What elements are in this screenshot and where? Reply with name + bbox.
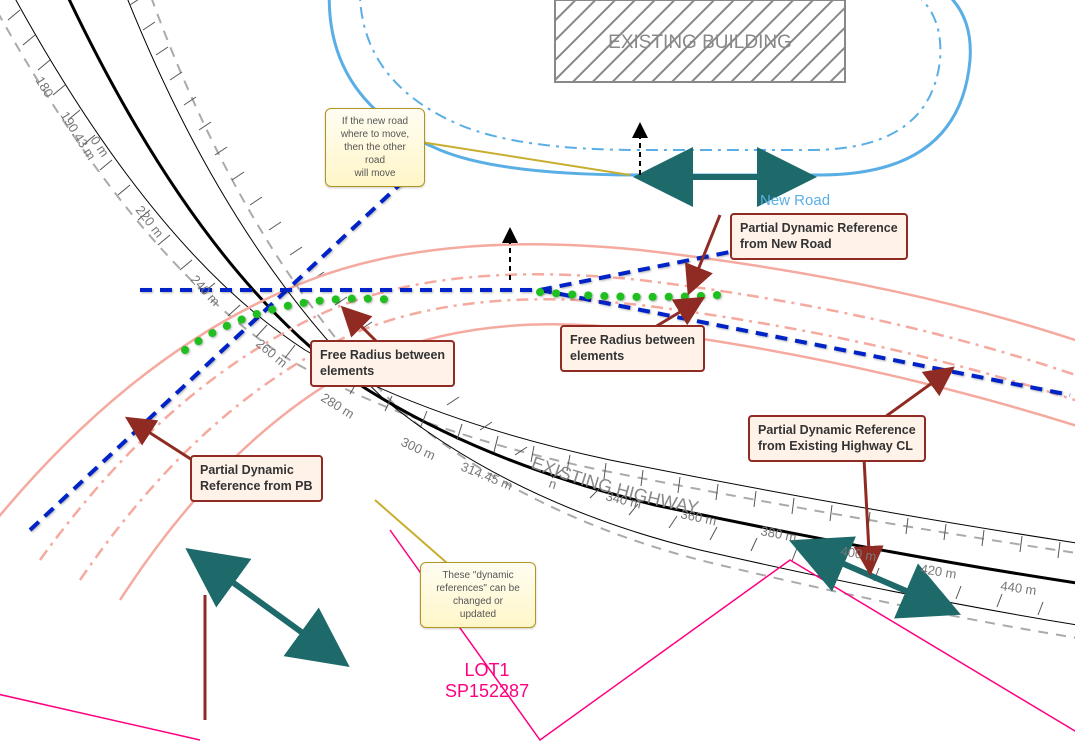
note-dynamic: These "dynamicreferences" can bechanged …	[420, 562, 536, 628]
leader-new-road	[690, 215, 720, 290]
svg-text:420 m: 420 m	[920, 561, 958, 581]
callout-free-radius-left: Free Radius betweenelements	[310, 340, 455, 387]
diagram-canvas: EXISTING BUILDING	[0, 0, 1075, 741]
callout-highway-cl: Partial Dynamic Referencefrom Existing H…	[748, 415, 926, 462]
callout-new-road-ref: Partial Dynamic Referencefrom New Road	[730, 213, 908, 260]
new-road-label: New Road	[760, 192, 830, 209]
note-move: If the new roadwhere to move,then the ot…	[325, 108, 425, 187]
highway-row-lower	[145, 0, 1075, 640]
svg-text:400 m: 400 m	[839, 543, 877, 564]
dimension-arrow-lower-left	[195, 555, 340, 660]
svg-text:380 m: 380 m	[759, 523, 797, 545]
svg-text:300 m: 300 m	[399, 434, 438, 463]
existing-building-label: EXISTING BUILDING	[608, 32, 792, 53]
tick-marks	[8, 0, 1060, 615]
leader-note-dynamic	[375, 500, 455, 570]
lot-label: LOT1 SP152287	[445, 660, 529, 702]
parcel-boundary	[0, 530, 1075, 740]
callout-pb: Partial DynamicReference from PB	[190, 455, 323, 502]
svg-text:360 m: 360 m	[679, 506, 717, 528]
stations-upper: 180 190.43 m 0 m 220 m 240 m 260 m	[32, 74, 290, 371]
svg-text:440 m: 440 m	[1000, 578, 1038, 598]
callout-free-radius-right: Free Radius betweenelements	[560, 325, 705, 372]
svg-text:260 m: 260 m	[253, 336, 290, 371]
svg-text:314.45 m: 314.45 m	[459, 459, 515, 493]
svg-text:240 m: 240 m	[188, 272, 223, 309]
svg-text:190.43 m: 190.43 m	[57, 109, 98, 163]
svg-text:280 m: 280 m	[318, 390, 357, 422]
